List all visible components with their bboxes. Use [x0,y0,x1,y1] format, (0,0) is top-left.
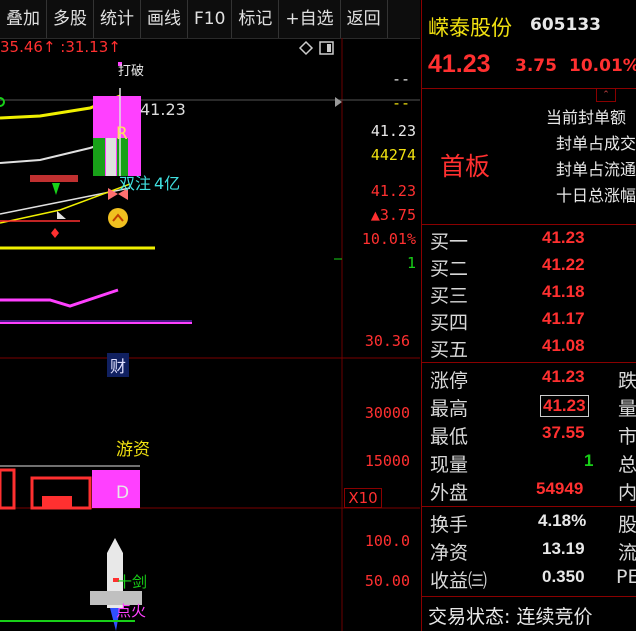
stat-label: 最低 [430,426,469,448]
label-dianhuo: 点火 [116,602,147,620]
stat-value: 41.23 [542,367,585,386]
book-label: 买四 [430,312,469,334]
axis-volume: 44274 [370,146,416,164]
stat-label: 涨停 [430,370,469,392]
seal-line-1: 当前封单额 [546,108,627,127]
toolbar-overlay-button[interactable]: 叠加 [0,0,47,38]
trade-status: 交易状态: 连续竞价 [428,606,593,628]
toolbar-statistics-button[interactable]: 统计 [94,0,141,38]
stat-right-label: 跌 [618,370,636,392]
stat-right-label: 总 [618,454,636,476]
axis-pct: 10.01% [361,230,416,248]
seal-line-4: 十日总涨幅 [556,186,636,205]
stat-right-label: 市 [618,426,636,448]
window-toggle-icon[interactable] [319,41,334,55]
axis-50: 50.00 [364,572,410,590]
stock-code: 605133 [530,15,601,35]
book-value: 41.23 [542,228,585,247]
fin-right-label: 流 [618,542,636,564]
stat-value: 41.23 [540,395,589,417]
toolbar-add-watchlist-button[interactable]: +自选 [279,0,341,38]
stock-change: 3.75 [515,56,557,76]
axis-one: 1 [406,254,416,272]
book-label: 买二 [430,258,469,280]
stat-row: 最高 41.23 量 [422,393,636,420]
toolbar-draw-line-button[interactable]: 画线 [141,0,188,38]
book-value: 41.08 [542,336,585,355]
price-marker: 41.23 [140,100,186,119]
order-book-row: 买一 41.23 [422,226,636,253]
toolbar-back-button[interactable]: 返回 [341,0,388,38]
fin-row: 换手 4.18% 股 [422,509,636,536]
stat-row: 最低 37.55 市 [422,421,636,448]
stock-price: 41.23 [428,50,491,78]
order-book-row: 买五 41.08 [422,334,636,361]
stat-value: 1 [584,451,594,470]
fin-value: 0.350 [542,567,585,586]
book-label: 买一 [430,231,469,253]
fin-row: 净资 13.19 流 [422,537,636,564]
stat-row: 涨停 41.23 跌 [422,365,636,392]
stat-right-label: 内 [618,482,636,504]
book-value: 41.18 [542,282,585,301]
board-label: 首板 [440,152,491,181]
book-value: 41.22 [542,255,585,274]
stat-row: 现量 1 总 [422,449,636,476]
label-shuangjin: 双注 [119,174,152,193]
top-left-readout: 35.46↑ :31.13↑ [0,38,121,56]
label-dakai: 打破 [118,64,145,79]
chart-toolbar: 叠加 多股 统计 画线 F10 标记 +自选 返回 [0,0,420,39]
fin-label: 换手 [430,514,469,536]
toolbar-multi-stock-button[interactable]: 多股 [47,0,94,38]
book-label: 买五 [430,339,469,361]
toolbar-mark-button[interactable]: 标记 [232,0,280,38]
stat-label: 最高 [430,398,469,420]
stat-right-label: 量 [618,398,636,420]
stat-value: 54949 [536,479,584,498]
kline-chart-area[interactable]: 35.46↑ :31.13↑ 打破 R 41.23 双注 4亿 财 游资 D 十… [0,38,420,631]
fin-label: 收益㈢ [430,570,488,592]
stat-label: 现量 [430,454,469,476]
axis-30-36: 30.36 [364,332,410,350]
axis-change: ▲3.75 [370,206,416,224]
axis-100: 100.0 [364,532,410,550]
diamond-icon[interactable] [298,40,314,56]
label-youzi: 游资 [116,440,150,460]
fin-right-label: 股 [618,514,636,536]
fin-label: 净资 [430,542,469,564]
book-value: 41.17 [542,309,585,328]
stat-value: 37.55 [542,423,585,442]
stock-name: 嵘泰股份 [428,16,512,40]
fin-value: 13.19 [542,539,585,558]
fin-right-label: PE [616,566,636,588]
label-4yi: 4亿 [154,174,181,193]
axis-15000: 15000 [364,452,410,470]
volume-scale-button[interactable]: X10 [344,488,382,508]
seal-line-2: 封单占成交 [556,134,636,153]
seal-line-3: 封单占流通 [556,160,636,179]
order-book-row: 买四 41.17 [422,307,636,334]
order-book-row: 买三 41.18 [422,280,636,307]
collapse-toggle-icon[interactable]: ⌃ [596,88,616,102]
stock-pct: 10.01% [569,56,636,76]
label-cai: 财 [107,353,130,377]
axis-30000: 30000 [364,404,410,422]
label-r: R [116,124,128,144]
label-shijian: 十剑 [117,573,148,591]
book-label: 买三 [430,285,469,307]
fin-value: 4.18% [538,511,587,530]
label-d: D [116,483,130,503]
axis-price: 41.23 [370,122,416,140]
toolbar-f10-button[interactable]: F10 [188,0,233,38]
axis-price-2: 41.23 [370,182,416,200]
axis-dash-2: -- [391,94,410,112]
stat-label: 外盘 [430,482,469,504]
axis-dash-1: -- [391,70,410,88]
fin-row: 收益㈢ 0.350 PE [422,565,636,592]
stat-row: 外盘 54949 内 [422,477,636,504]
quote-panel: 嵘泰股份 605133 41.23 3.75 10.01% ⌃ 首板 当前封单额… [421,0,636,631]
order-book-row: 买二 41.22 [422,253,636,280]
